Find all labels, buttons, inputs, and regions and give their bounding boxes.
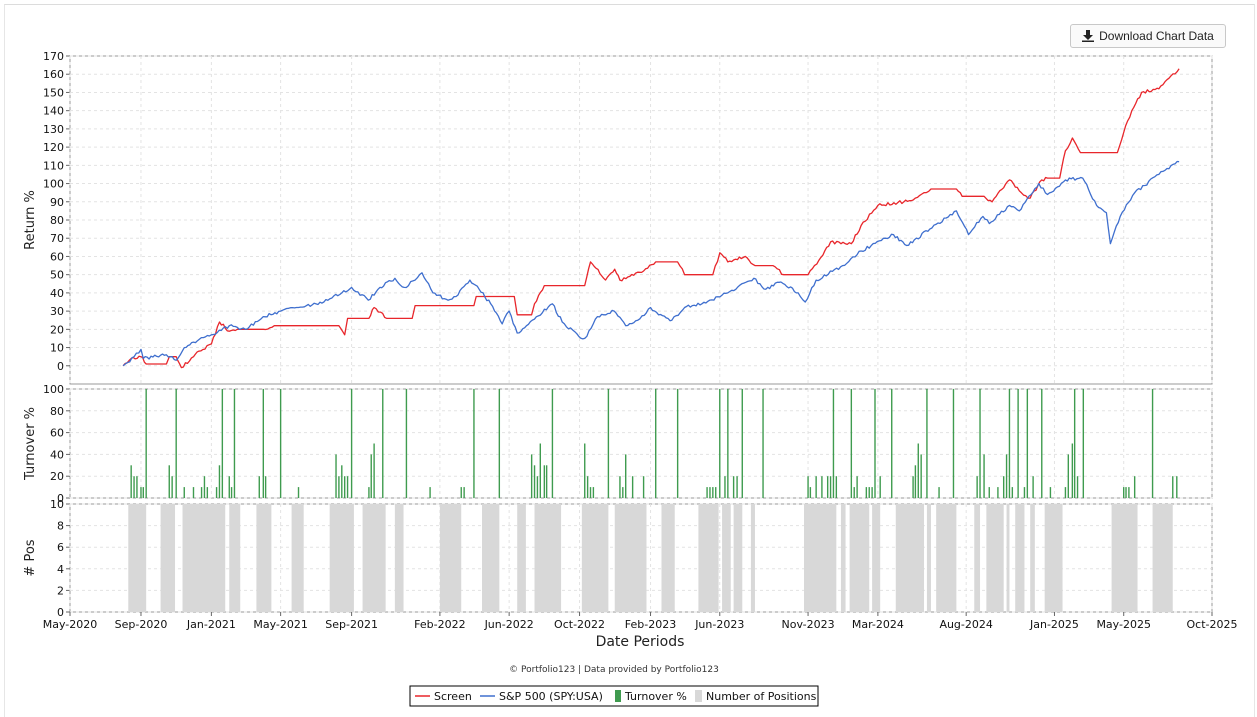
turnover-y-axis-label: Turnover % [23,407,38,481]
x-tick-label: Aug-2024 [939,618,992,631]
positions-block [182,504,226,612]
positions-block [1015,504,1025,612]
positions-block [517,504,526,612]
returns-panel: 0 10 20 30 40 50 60 70 80 90 100 110 120 130 140 150 160… [23,50,1213,385]
legend: Screen S&P 500 (SPY:USA) Turnover % Numb… [409,685,819,707]
returns-ytick-label: 130 [43,123,64,136]
positions-block [733,504,743,612]
positions-block [895,504,925,612]
positions-block [160,504,176,612]
returns-ytick-label: 140 [43,105,64,118]
legend-label-screen: Screen [434,690,472,703]
positions-ytick-label: 8 [57,520,64,533]
x-tick-label: Jan-2021 [186,618,236,631]
legend-label-positions: Number of Positions [706,690,817,703]
returns-y-axis-label: Return % [23,190,38,250]
positions-block [329,504,354,612]
positions-block [1111,504,1138,612]
turnover-panel: 020406080100Turnover % [23,383,1213,505]
positions-ytick-label: 6 [57,541,64,554]
positions-y-axis-label: # Pos [23,539,38,576]
positions-block [872,504,881,612]
turnover-ytick-label: 60 [50,427,64,440]
returns-ytick-label: 70 [50,232,64,245]
x-tick-label: Sep-2020 [115,618,168,631]
positions-block [1006,504,1010,612]
returns-ytick-label: 60 [50,250,64,263]
credit-text: © Portfolio123 | Data provided by Portfo… [509,665,719,675]
positions-block [750,504,755,612]
x-tick-label: Feb-2022 [414,618,465,631]
positions-block [614,504,647,612]
x-axis: May-2020 Sep-2020 Jan-2021 May-2021 Sep-2021… [43,612,1238,631]
positions-block [974,504,981,612]
x-tick-label: Nov-2023 [781,618,834,631]
returns-ytick-label: 150 [43,86,64,99]
returns-ytick-label: 120 [43,141,64,154]
positions-block [804,504,837,612]
legend-label-turnover: Turnover % [624,690,687,703]
returns-ytick-label: 110 [43,159,64,172]
positions-block [394,504,404,612]
legend-label-spy: S&P 500 (SPY:USA) [499,690,603,703]
returns-ytick-label: 170 [43,50,64,63]
x-axis-label: Date Periods [596,634,685,650]
positions-block [926,504,931,612]
x-tick-label: Oct-2022 [554,618,605,631]
x-tick-label: May-2020 [43,618,98,631]
positions-block [986,504,1004,612]
returns-ytick-label: 50 [50,269,64,282]
returns-ytick-label: 10 [50,342,64,355]
x-tick-label: May-2025 [1096,618,1151,631]
returns-ytick-label: 100 [43,178,64,191]
positions-block [1152,504,1173,612]
positions-block [661,504,675,612]
returns-ytick-label: 80 [50,214,64,227]
positions-block [722,504,731,612]
positions-block [840,504,846,612]
positions-block [936,504,957,612]
positions-block [581,504,609,612]
positions-block [362,504,386,612]
x-tick-label: Feb-2023 [625,618,676,631]
returns-ytick-label: 90 [50,196,64,209]
positions-panel: 0246810# Pos [23,498,1213,619]
returns-ytick-label: 0 [57,360,64,373]
positions-block [698,504,719,612]
x-tick-label: Jan-2025 [1029,618,1079,631]
positions-ytick-label: 4 [57,563,64,576]
returns-ytick-label: 40 [50,287,64,300]
turnover-plot-area [69,388,1213,499]
legend-swatch-turnover [615,690,621,702]
legend-swatch-positions [695,690,702,702]
turnover-ytick-label: 20 [50,470,64,483]
positions-block [256,504,272,612]
positions-block [291,504,304,612]
turnover-ytick-label: 100 [43,383,64,396]
x-tick-label: Mar-2024 [852,618,904,631]
positions-block [849,504,870,612]
returns-ytick-label: 30 [50,305,64,318]
performance-chart: 0 10 20 30 40 50 60 70 80 90 100 110 120 130 140 150 160… [23,50,1238,707]
x-tick-label: Jun-2023 [694,618,744,631]
positions-block [1044,504,1063,612]
x-tick-label: May-2021 [253,618,308,631]
turnover-ytick-label: 80 [50,405,64,418]
turnover-ytick-label: 40 [50,448,64,461]
positions-block [534,504,562,612]
returns-ytick-label: 160 [43,68,64,81]
x-tick-label: Oct-2025 [1187,618,1238,631]
positions-ytick-label: 10 [50,498,64,511]
positions-block [439,504,462,612]
positions-block [229,504,241,612]
positions-ytick-label: 2 [57,584,64,597]
x-tick-label: Sep-2021 [325,618,378,631]
returns-ytick-label: 20 [50,323,64,336]
positions-block [128,504,147,612]
positions-block [1030,504,1035,612]
x-tick-label: Jun-2022 [484,618,534,631]
positions-block [482,504,500,612]
